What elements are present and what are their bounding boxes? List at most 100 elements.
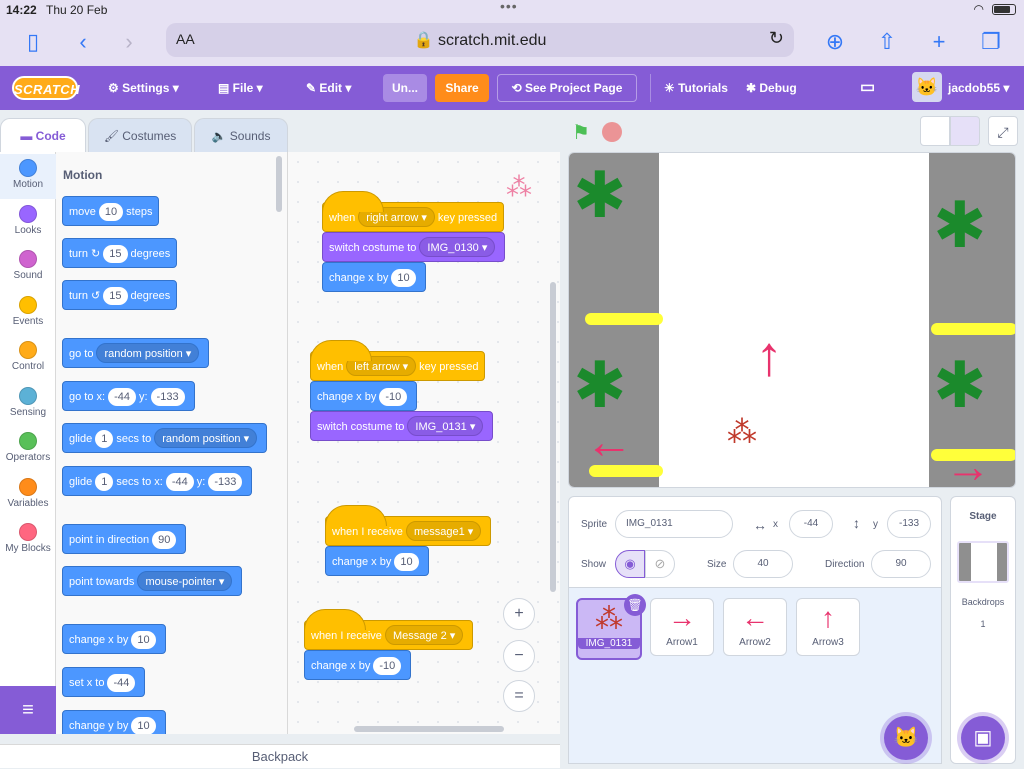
block-go-to-xy[interactable]: go to x: -44 y: -133: [62, 381, 195, 411]
block-input[interactable]: -10: [373, 657, 402, 675]
category-my-blocks[interactable]: My Blocks: [0, 518, 56, 563]
block-point-in-direction[interactable]: point in direction 90: [62, 524, 187, 554]
block-change-x[interactable]: change x by 10: [325, 546, 429, 576]
x-field[interactable]: -44: [789, 510, 833, 538]
block-dropdown[interactable]: random position: [96, 343, 200, 363]
block-input[interactable]: 90: [152, 531, 177, 549]
arrow-left-sprite[interactable]: ←: [585, 415, 633, 470]
block-change-y[interactable]: change y by 10: [62, 710, 166, 734]
block-input[interactable]: 10: [391, 269, 416, 287]
block-input[interactable]: -10: [379, 388, 408, 406]
share-icon[interactable]: ⇧: [872, 28, 902, 56]
file-menu[interactable]: ▤ File ▾: [218, 66, 263, 110]
tutorials-button[interactable]: ☀ Tutorials: [664, 66, 728, 110]
tab-costumes[interactable]: 🖌 Costumes: [88, 118, 192, 152]
block-input[interactable]: -44: [107, 674, 136, 692]
category-motion[interactable]: Motion: [0, 154, 56, 199]
block-input[interactable]: 15: [103, 287, 128, 305]
block-input[interactable]: -44: [165, 473, 194, 491]
account-menu[interactable]: jacdob55 ▾: [948, 66, 1009, 110]
block-move-steps[interactable]: move 10 steps: [62, 196, 160, 226]
block-dropdown[interactable]: mouse-pointer: [137, 571, 233, 591]
player-sprite[interactable]: ⁂: [727, 415, 757, 450]
scripts-vertical-scrollbar[interactable]: [550, 282, 556, 592]
direction-field[interactable]: 90: [871, 550, 931, 578]
sidebar-icon[interactable]: ▯: [18, 28, 48, 56]
block-dropdown[interactable]: IMG_0130: [419, 237, 496, 257]
category-operators[interactable]: Operators: [0, 427, 56, 472]
zoom-out-button[interactable]: −: [503, 640, 535, 672]
share-button[interactable]: Share: [435, 74, 489, 102]
project-title-input[interactable]: Un...: [383, 74, 427, 102]
block-change-x[interactable]: change x by -10: [310, 381, 418, 411]
block-input[interactable]: 10: [131, 717, 156, 734]
block-go-to[interactable]: go to random position: [62, 338, 210, 368]
block-turn-right[interactable]: turn ↻ 15 degrees: [62, 238, 178, 268]
arrow-up-sprite[interactable]: ↑: [755, 323, 783, 388]
sprite-tile-arrow2[interactable]: ← Arrow2: [723, 598, 787, 656]
small-stage-button[interactable]: [920, 116, 950, 146]
category-looks[interactable]: Looks: [0, 200, 56, 245]
category-variables[interactable]: Variables: [0, 473, 56, 518]
block-input[interactable]: 10: [394, 553, 419, 571]
block-input[interactable]: 1: [95, 473, 114, 491]
palette-scrollbar[interactable]: [276, 156, 282, 212]
scripts-horizontal-scrollbar[interactable]: [354, 726, 504, 732]
tab-sounds[interactable]: 🔈 Sounds: [194, 118, 288, 152]
tab-code[interactable]: ▬ Code: [0, 118, 86, 152]
hat-when-key-pressed[interactable]: whenleft arrowkey pressed: [310, 340, 486, 381]
new-tab-icon[interactable]: +: [924, 28, 954, 56]
sprite-tile-arrow3[interactable]: ↑ Arrow3: [796, 598, 860, 656]
block-dropdown[interactable]: random position: [154, 428, 258, 448]
block-change-x[interactable]: change x by 10: [322, 262, 426, 292]
settings-menu[interactable]: ⚙ Settings ▾: [108, 66, 179, 110]
block-turn-left[interactable]: turn ↺ 15 degrees: [62, 280, 178, 310]
multitask-dots-icon[interactable]: •••: [500, 0, 518, 14]
zoom-in-button[interactable]: +: [503, 598, 535, 630]
block-dropdown[interactable]: left arrow: [346, 356, 417, 376]
block-input[interactable]: -133: [208, 473, 243, 491]
show-hidden-icon[interactable]: ⊘: [645, 550, 675, 578]
avatar[interactable]: 🐱: [912, 72, 942, 102]
back-icon[interactable]: ‹: [68, 28, 98, 56]
block-glide-xy[interactable]: glide 1 secs to x: -44 y: -133: [62, 466, 253, 496]
zoom-reset-button[interactable]: =: [503, 680, 535, 712]
download-icon[interactable]: ⊕: [820, 28, 850, 56]
see-project-page-button[interactable]: ⟲ See Project Page: [497, 74, 637, 102]
scratch-logo[interactable]: SCRATCH: [12, 76, 80, 100]
block-set-x[interactable]: set x to -44: [62, 667, 146, 697]
block-input[interactable]: 10: [131, 631, 156, 649]
debug-button[interactable]: ✱ Debug: [746, 66, 797, 110]
forward-icon[interactable]: ›: [114, 28, 144, 56]
block-dropdown[interactable]: right arrow: [358, 207, 435, 227]
stop-icon[interactable]: [602, 122, 622, 142]
block-dropdown[interactable]: Message 2: [384, 625, 464, 645]
hat-when-i-receive[interactable]: when I receive Message 2: [304, 609, 474, 650]
block-input[interactable]: -133: [150, 388, 185, 406]
block-switch-costume[interactable]: switch costume to IMG_0130: [322, 232, 506, 262]
block-switch-costume[interactable]: switch costume to IMG_0131: [310, 411, 494, 441]
show-visible-icon[interactable]: ◉: [615, 550, 645, 578]
block-change-x[interactable]: change x by -10: [304, 650, 412, 680]
hat-when-i-receive[interactable]: when I receive message1: [325, 505, 492, 546]
block-input[interactable]: 1: [95, 430, 114, 448]
block-change-x[interactable]: change x by 10: [62, 624, 166, 654]
add-extension-button[interactable]: ≡: [0, 686, 56, 734]
block-glide[interactable]: glide 1 secs to random position: [62, 423, 268, 453]
tabs-icon[interactable]: ❐: [976, 28, 1006, 56]
delete-sprite-icon[interactable]: 🗑: [624, 594, 646, 616]
edit-menu[interactable]: ✎ Edit ▾: [306, 66, 351, 110]
block-input[interactable]: 15: [103, 245, 128, 263]
arrow-right-sprite[interactable]: →: [945, 439, 991, 487]
block-dropdown[interactable]: message1: [405, 521, 482, 541]
block-input[interactable]: 10: [98, 203, 124, 221]
size-field[interactable]: 40: [733, 550, 793, 578]
category-events[interactable]: Events: [0, 291, 56, 336]
backpack[interactable]: Backpack: [0, 744, 560, 768]
block-dropdown[interactable]: IMG_0131: [407, 416, 484, 436]
add-backdrop-button[interactable]: ▣: [961, 716, 1005, 760]
y-field[interactable]: -133: [887, 510, 931, 538]
address-bar[interactable]: AA 🔒 scratch.mit.edu ↻: [166, 23, 794, 57]
sprite-tile-img0131[interactable]: ⁂ IMG_0131 🗑: [576, 594, 646, 660]
stage-canvas[interactable]: ✱ ✱ ✱ ✱ ↑ ← → ⁂: [568, 152, 1016, 488]
